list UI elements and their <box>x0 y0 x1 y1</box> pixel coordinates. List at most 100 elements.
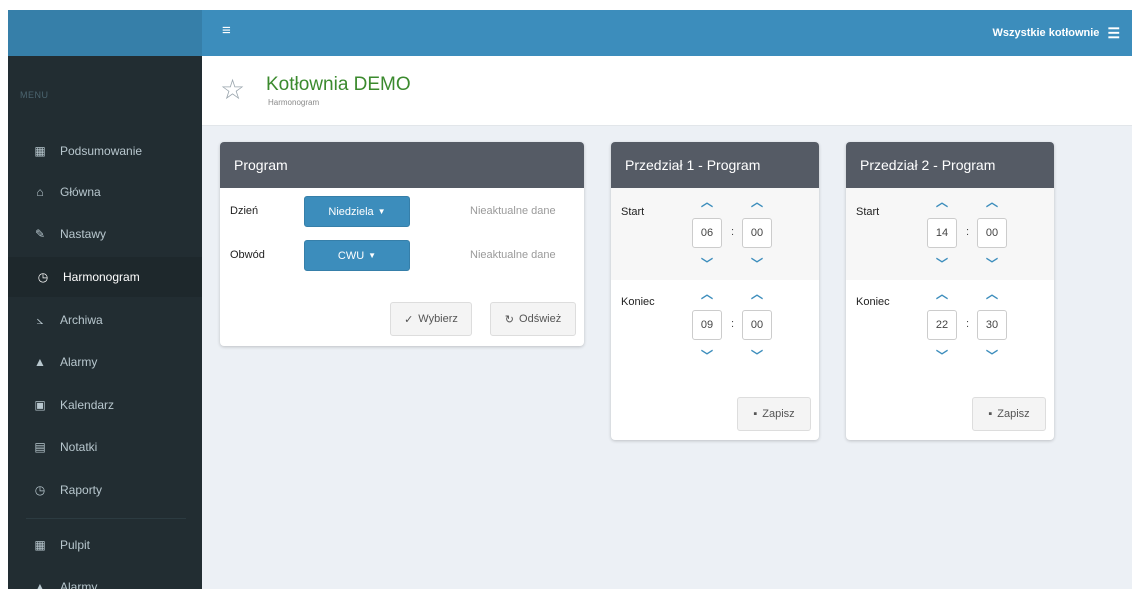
end-label: Koniec <box>856 296 890 308</box>
refresh-icon: ↻ <box>504 313 515 326</box>
time-separator: : <box>966 318 970 330</box>
all-boilers-link[interactable]: Wszystkie kotłownie ☰ <box>992 10 1120 56</box>
day-status: Nieaktualne dane <box>470 205 556 217</box>
end-min-up-icon[interactable]: ︿ <box>747 286 767 302</box>
refresh-button[interactable]: ↻ Odśwież <box>490 302 576 336</box>
end-min-down-icon[interactable]: ﹀ <box>747 348 767 364</box>
clock-icon: ◷ <box>37 270 49 284</box>
time-separator: : <box>966 226 970 238</box>
caret-down-icon: ▼ <box>377 207 386 216</box>
star-icon[interactable]: ☆ <box>220 76 248 104</box>
warning-icon: ▲ <box>34 580 46 589</box>
end-hour-up-icon[interactable]: ︿ <box>697 286 717 302</box>
calendar-icon: ▣ <box>34 398 46 412</box>
sidebar-item-kalendarz[interactable]: ▣ Kalendarz <box>8 385 202 425</box>
sidebar-menu-header: MENU <box>20 90 49 100</box>
zone-2-panel: Przedział 2 - Program Start ︿ ︿ 14 : 00 … <box>846 142 1054 440</box>
sidebar: MENU ▦ Podsumowanie ⌂ Główna ✎ Nastawy ◷… <box>8 56 202 589</box>
time-separator: : <box>731 226 735 238</box>
sidebar-item-archiwa[interactable]: ⦣ Archiwa <box>8 300 202 340</box>
end-hour-down-icon[interactable]: ﹀ <box>697 348 717 364</box>
caret-down-icon: ▼ <box>368 251 377 260</box>
sidebar-item-pulpit[interactable]: ▦ Pulpit <box>8 525 202 565</box>
end-hour-input[interactable]: 09 <box>692 310 722 340</box>
sidebar-item-alarmy[interactable]: ▲ Alarmy <box>8 342 202 382</box>
end-hour-input[interactable]: 22 <box>927 310 957 340</box>
end-hour-down-icon[interactable]: ﹀ <box>932 348 952 364</box>
circuit-dropdown-value: CWU <box>337 249 365 262</box>
sidebar-item-notatki[interactable]: ▤ Notatki <box>8 427 202 467</box>
dashboard-icon: ▦ <box>34 144 46 158</box>
sidebar-item-label: Alarmy <box>60 580 98 589</box>
zone-1-panel: Przedział 1 - Program Start ︿ ︿ 06 : 00 … <box>611 142 819 440</box>
brand-area <box>8 10 202 56</box>
sidebar-item-podsumowanie[interactable]: ▦ Podsumowanie <box>8 131 202 171</box>
start-min-up-icon[interactable]: ︿ <box>747 194 767 210</box>
sidebar-item-nastawy[interactable]: ✎ Nastawy <box>8 214 202 254</box>
day-dropdown[interactable]: Niedziela ▼ <box>304 196 410 227</box>
sidebar-item-alarmy-2[interactable]: ▲ Alarmy <box>8 567 202 589</box>
start-min-down-icon[interactable]: ﹀ <box>747 256 767 272</box>
sidebar-item-label: Notatki <box>60 440 98 454</box>
start-hour-input[interactable]: 06 <box>692 218 722 248</box>
start-hour-down-icon[interactable]: ﹀ <box>932 256 952 272</box>
save-button[interactable]: ▪ Zapisz <box>737 397 811 431</box>
wrench-icon: ✎ <box>34 227 46 241</box>
start-hour-up-icon[interactable]: ︿ <box>697 194 717 210</box>
sidebar-item-label: Archiwa <box>60 313 103 327</box>
start-label: Start <box>621 206 645 218</box>
list-icon: ☰ <box>1107 24 1120 41</box>
sidebar-divider <box>26 518 186 519</box>
save-button-label: Zapisz <box>997 408 1030 420</box>
start-hour-down-icon[interactable]: ﹀ <box>697 256 717 272</box>
end-min-input[interactable]: 30 <box>977 310 1007 340</box>
page-subtitle: Harmonogram <box>268 98 320 107</box>
end-min-input[interactable]: 00 <box>742 310 772 340</box>
start-min-down-icon[interactable]: ﹀ <box>982 256 1002 272</box>
day-dropdown-value: Niedziela <box>328 205 374 218</box>
sidebar-item-glowna[interactable]: ⌂ Główna <box>8 172 202 212</box>
sidebar-item-raporty[interactable]: ◷ Raporty <box>8 470 202 510</box>
circuit-status: Nieaktualne dane <box>470 249 556 261</box>
save-button-label: Zapisz <box>762 408 795 420</box>
circuit-label: Obwód <box>230 249 265 261</box>
page-title: Kotłownia DEMO <box>266 74 411 95</box>
check-icon: ✓ <box>404 313 414 326</box>
sidebar-item-harmonogram[interactable]: ◷ Harmonogram <box>8 257 202 297</box>
start-hour-up-icon[interactable]: ︿ <box>932 194 952 210</box>
select-button[interactable]: ✓ Wybierz <box>390 302 472 336</box>
warning-icon: ▲ <box>34 355 46 369</box>
hamburger-icon[interactable]: ≡ <box>222 23 236 38</box>
save-button[interactable]: ▪ Zapisz <box>972 397 1046 431</box>
end-min-up-icon[interactable]: ︿ <box>982 286 1002 302</box>
panel-title: Program <box>220 142 584 188</box>
clipboard-icon: ▤ <box>34 440 46 454</box>
sidebar-item-label: Raporty <box>60 483 103 497</box>
dashboard-icon: ▦ <box>34 538 46 552</box>
sidebar-item-label: Harmonogram <box>63 270 140 284</box>
circuit-dropdown[interactable]: CWU ▼ <box>304 240 410 271</box>
sidebar-item-label: Pulpit <box>60 538 91 552</box>
clock-icon: ◷ <box>34 483 46 497</box>
line-chart-icon: ⦣ <box>36 312 44 327</box>
refresh-button-label: Odśwież <box>519 313 562 325</box>
home-icon: ⌂ <box>36 185 44 199</box>
sidebar-item-label: Kalendarz <box>60 398 115 412</box>
end-min-down-icon[interactable]: ﹀ <box>982 348 1002 364</box>
sidebar-item-label: Podsumowanie <box>60 144 143 158</box>
panel-title: Przedział 2 - Program <box>846 142 1054 188</box>
panel-title: Przedział 1 - Program <box>611 142 819 188</box>
sidebar-item-label: Alarmy <box>60 355 98 369</box>
floppy-disk-icon: ▪ <box>988 408 993 420</box>
sidebar-item-label: Główna <box>60 185 101 199</box>
start-min-up-icon[interactable]: ︿ <box>982 194 1002 210</box>
program-panel: Program Dzień Niedziela ▼ Nieaktualne da… <box>220 142 584 346</box>
time-separator: : <box>731 318 735 330</box>
start-hour-input[interactable]: 14 <box>927 218 957 248</box>
end-hour-up-icon[interactable]: ︿ <box>932 286 952 302</box>
start-min-input[interactable]: 00 <box>742 218 772 248</box>
all-boilers-label: Wszystkie kotłownie <box>992 27 1100 39</box>
main-content: ☆ Kotłownia DEMO Harmonogram Program Dzi… <box>202 56 1132 589</box>
start-min-input[interactable]: 00 <box>977 218 1007 248</box>
top-navbar: ≡ Wszystkie kotłownie ☰ <box>8 10 1132 56</box>
